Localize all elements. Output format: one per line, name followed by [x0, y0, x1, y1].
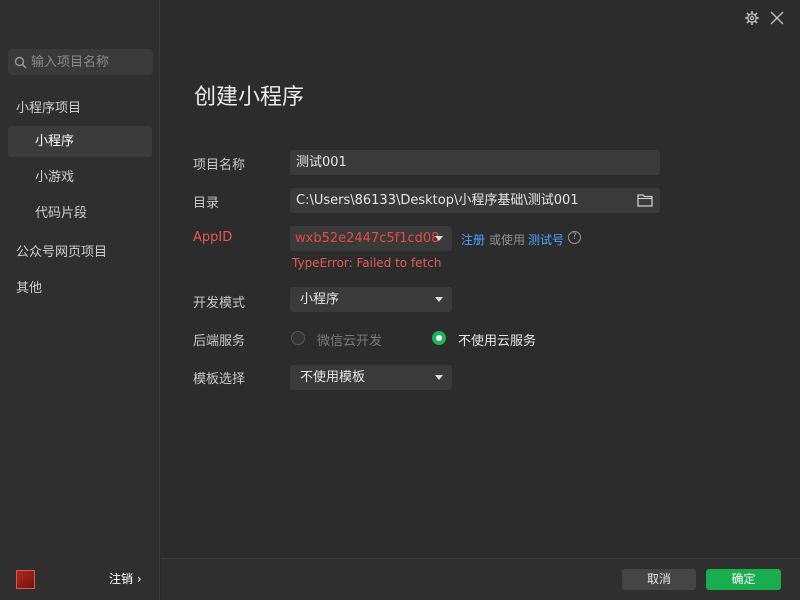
chevron-down-icon	[435, 375, 443, 380]
sidebar-item-miniprogram[interactable]: 小程序	[8, 126, 152, 157]
sidebar	[0, 0, 160, 600]
sidebar-item-minigame[interactable]: 小游戏	[8, 162, 152, 193]
sidebar-group-official-account[interactable]: 公众号网页项目	[16, 241, 107, 260]
template-label: 模板选择	[193, 372, 246, 387]
dev-mode-value: 小程序	[300, 292, 340, 307]
template-value: 不使用模板	[300, 370, 366, 385]
gear-icon[interactable]	[744, 10, 760, 26]
sidebar-item-snippet[interactable]: 代码片段	[8, 198, 152, 229]
avatar[interactable]	[16, 570, 35, 589]
search-input[interactable]	[31, 54, 141, 70]
project-search[interactable]	[8, 49, 153, 75]
project-name-input[interactable]: 测试001	[290, 150, 660, 175]
sidebar-group-miniprogram[interactable]: 小程序项目	[16, 97, 81, 116]
close-icon[interactable]	[769, 10, 785, 26]
radio-no-cloud-label[interactable]: 不使用云服务	[458, 330, 536, 349]
appid-label: AppID	[193, 230, 233, 245]
folder-icon[interactable]	[637, 193, 653, 207]
confirm-button[interactable]: 确定	[706, 569, 781, 590]
search-icon	[14, 56, 27, 68]
radio-no-cloud[interactable]	[432, 331, 446, 345]
directory-path: C:\Users\86133\Desktop\小程序基础\测试001	[296, 193, 579, 208]
directory-input[interactable]: C:\Users\86133\Desktop\小程序基础\测试001	[290, 188, 660, 213]
or-use-text: 或使用	[489, 233, 526, 247]
logout-button[interactable]: 注销 ›	[109, 570, 142, 587]
radio-cloud-dev-label[interactable]: 微信云开发	[317, 330, 382, 349]
template-select[interactable]: 不使用模板	[290, 365, 452, 390]
dev-mode-label: 开发模式	[193, 296, 246, 311]
chevron-down-icon	[435, 236, 443, 241]
appid-value: wxb52e2447c5f1cd08	[295, 231, 440, 246]
sidebar-group-other[interactable]: 其他	[16, 277, 42, 296]
directory-label: 目录	[193, 196, 220, 211]
register-link[interactable]: 注册	[461, 231, 485, 248]
appid-select[interactable]: wxb52e2447c5f1cd08	[290, 226, 452, 251]
backend-label: 后端服务	[193, 334, 246, 349]
help-icon[interactable]: ?	[568, 231, 581, 244]
dev-mode-select[interactable]: 小程序	[290, 287, 452, 312]
page-title: 创建小程序	[194, 85, 305, 110]
project-name-label: 项目名称	[193, 158, 246, 173]
test-account-link[interactable]: 测试号	[528, 231, 564, 248]
footer-bar	[161, 558, 800, 600]
chevron-down-icon	[435, 297, 443, 302]
cancel-button[interactable]: 取消	[622, 569, 696, 590]
radio-cloud-dev[interactable]	[291, 331, 305, 345]
appid-error-message: TypeError: Failed to fetch	[292, 256, 442, 270]
